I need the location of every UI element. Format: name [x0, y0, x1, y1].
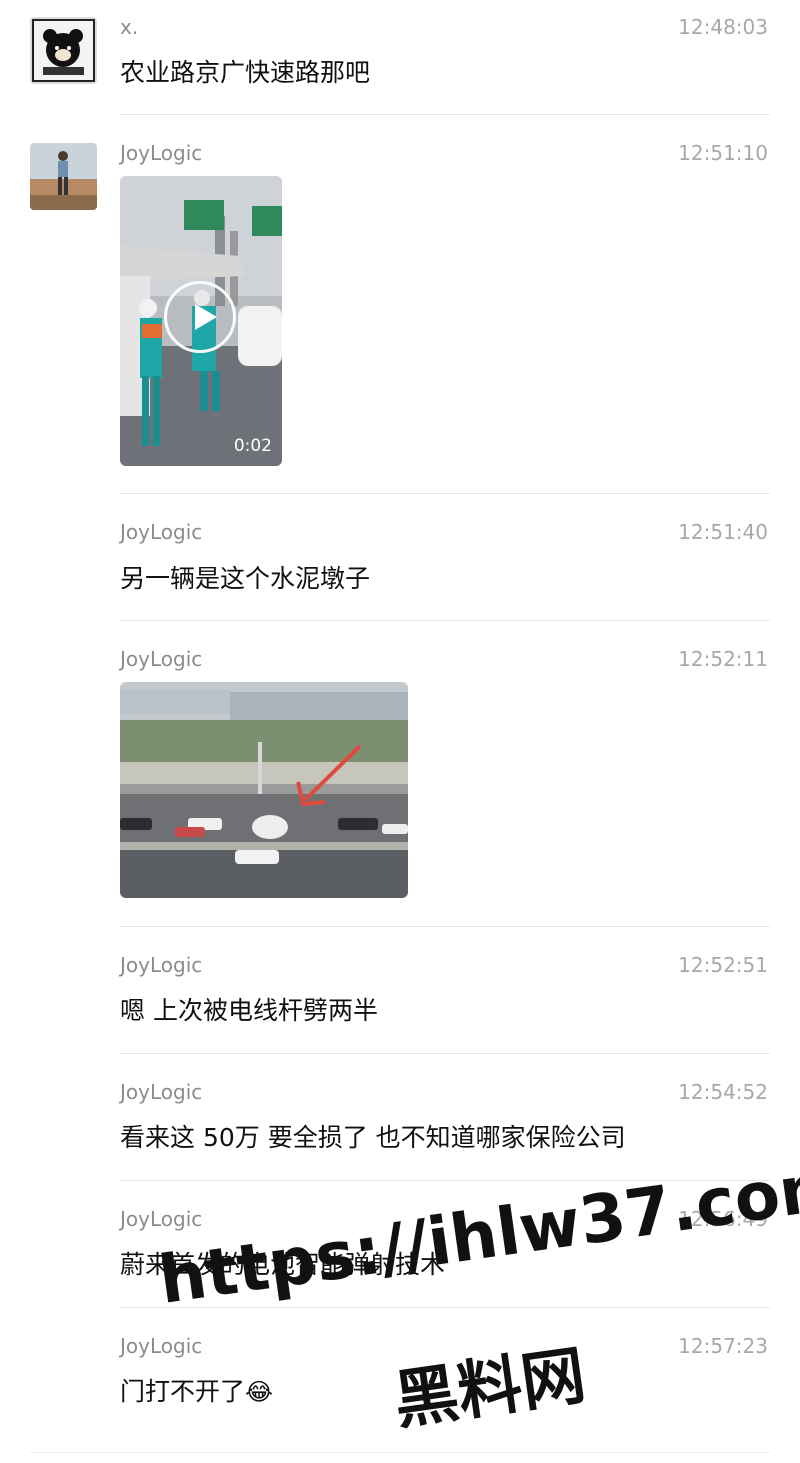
message-text[interactable]: 门打不开了😂 — [120, 1372, 273, 1408]
message-time: 12:54:52 — [678, 1080, 768, 1104]
message-text[interactable]: 另一辆是这个水泥墩子 — [120, 559, 370, 595]
tears-of-joy-icon: 😂 — [245, 1378, 274, 1406]
sender-name: JoyLogic — [120, 647, 203, 671]
divider — [120, 493, 770, 494]
sender-name: JoyLogic — [120, 1334, 203, 1358]
divider — [120, 114, 770, 115]
divider — [120, 620, 770, 621]
sender-name: JoyLogic — [120, 141, 203, 165]
message-text[interactable]: 看来这 50万 要全损了 也不知道哪家保险公司 — [120, 1118, 626, 1154]
play-icon[interactable] — [164, 281, 236, 353]
message-time: 12:52:51 — [678, 953, 768, 977]
message-time: 12:52:11 — [678, 647, 768, 671]
message-text[interactable]: 嗯 上次被电线杆劈两半 — [120, 991, 378, 1027]
watermark-name: 黑料网 — [389, 1338, 591, 1439]
avatar[interactable] — [30, 143, 97, 210]
sender-name: x. — [120, 15, 139, 39]
message-time: 12:51:10 — [678, 141, 768, 165]
sender-name: JoyLogic — [120, 520, 203, 544]
video-thumbnail[interactable]: 0:02 — [120, 176, 282, 466]
message-time: 12:51:40 — [678, 520, 768, 544]
watermark-url: https://ihlw37.com — [154, 1146, 800, 1319]
divider — [120, 1180, 770, 1181]
video-duration: 0:02 — [233, 436, 272, 456]
avatar[interactable] — [30, 17, 97, 84]
highway-photo — [120, 682, 408, 898]
divider — [120, 1053, 770, 1054]
message-text-content: 门打不开了 — [120, 1377, 246, 1406]
sender-name: JoyLogic — [120, 1080, 203, 1104]
message-time: 12:57:23 — [678, 1334, 768, 1358]
divider — [120, 926, 770, 927]
sender-name: JoyLogic — [120, 1207, 203, 1231]
sender-name: JoyLogic — [120, 953, 203, 977]
message-time: 12:48:03 — [678, 15, 768, 39]
photo-thumbnail[interactable] — [120, 682, 408, 898]
bear-avatar-icon — [30, 17, 97, 84]
person-avatar-icon — [30, 143, 97, 210]
message-text[interactable]: 农业路京广快速路那吧 — [120, 53, 370, 89]
divider — [30, 1452, 770, 1453]
message-text[interactable]: 蔚来首发的电池智能弹射技术 — [120, 1245, 445, 1281]
divider — [120, 1307, 770, 1308]
message-time: 12:56:49 — [678, 1207, 768, 1231]
